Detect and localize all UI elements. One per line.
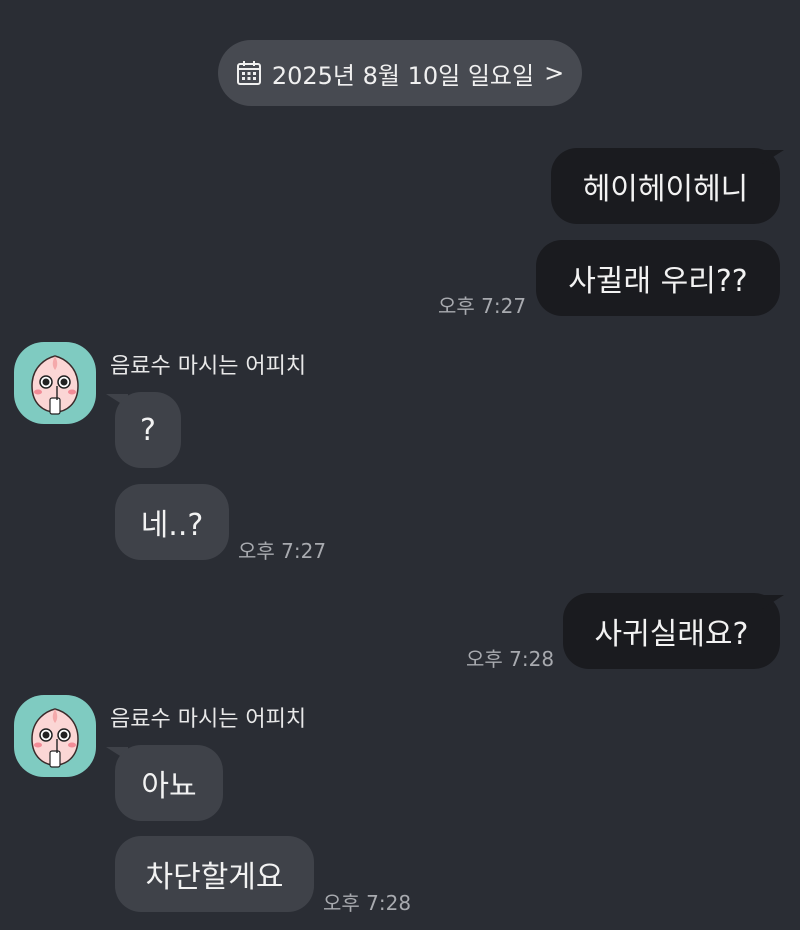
date-header-pill[interactable]: 2025년 8월 10일 일요일 >	[218, 40, 582, 106]
message-timestamp: 오후 7:27	[438, 294, 527, 318]
chevron-right-icon: >	[544, 59, 565, 87]
sender-name: 음료수 마시는 어피치	[110, 707, 307, 732]
apeach-avatar-icon	[31, 708, 79, 768]
message-text: ?	[140, 412, 156, 448]
message-bubble-received[interactable]: 네..?	[115, 484, 229, 560]
message-text: 차단할게요	[145, 860, 284, 895]
avatar[interactable]	[14, 695, 96, 777]
apeach-avatar-icon	[31, 355, 79, 415]
date-header-text: 2025년 8월 10일 일요일	[271, 61, 535, 90]
bubble-tail	[762, 595, 784, 609]
calendar-icon	[236, 60, 262, 86]
bubble-tail	[762, 150, 784, 164]
avatar[interactable]	[14, 342, 96, 424]
sender-name: 음료수 마시는 어피치	[110, 354, 307, 379]
message-text: 네..?	[140, 508, 204, 543]
message-text: 아뇨	[141, 769, 197, 804]
message-bubble-sent[interactable]: 사귀실래요?	[563, 593, 780, 669]
message-bubble-received[interactable]: ?	[115, 392, 181, 468]
message-timestamp: 오후 7:28	[466, 647, 555, 671]
message-bubble-received[interactable]: 차단할게요	[115, 836, 314, 912]
message-bubble-sent[interactable]: 사귈래 우리??	[536, 240, 780, 316]
message-text: 사귀실래요?	[594, 617, 749, 652]
message-timestamp: 오후 7:28	[323, 891, 412, 915]
message-timestamp: 오후 7:27	[238, 539, 327, 563]
message-bubble-sent[interactable]: 헤이헤이헤니	[551, 148, 780, 224]
message-text: 헤이헤이헤니	[582, 172, 749, 207]
message-text: 사귈래 우리??	[568, 264, 748, 299]
message-bubble-received[interactable]: 아뇨	[115, 745, 223, 821]
